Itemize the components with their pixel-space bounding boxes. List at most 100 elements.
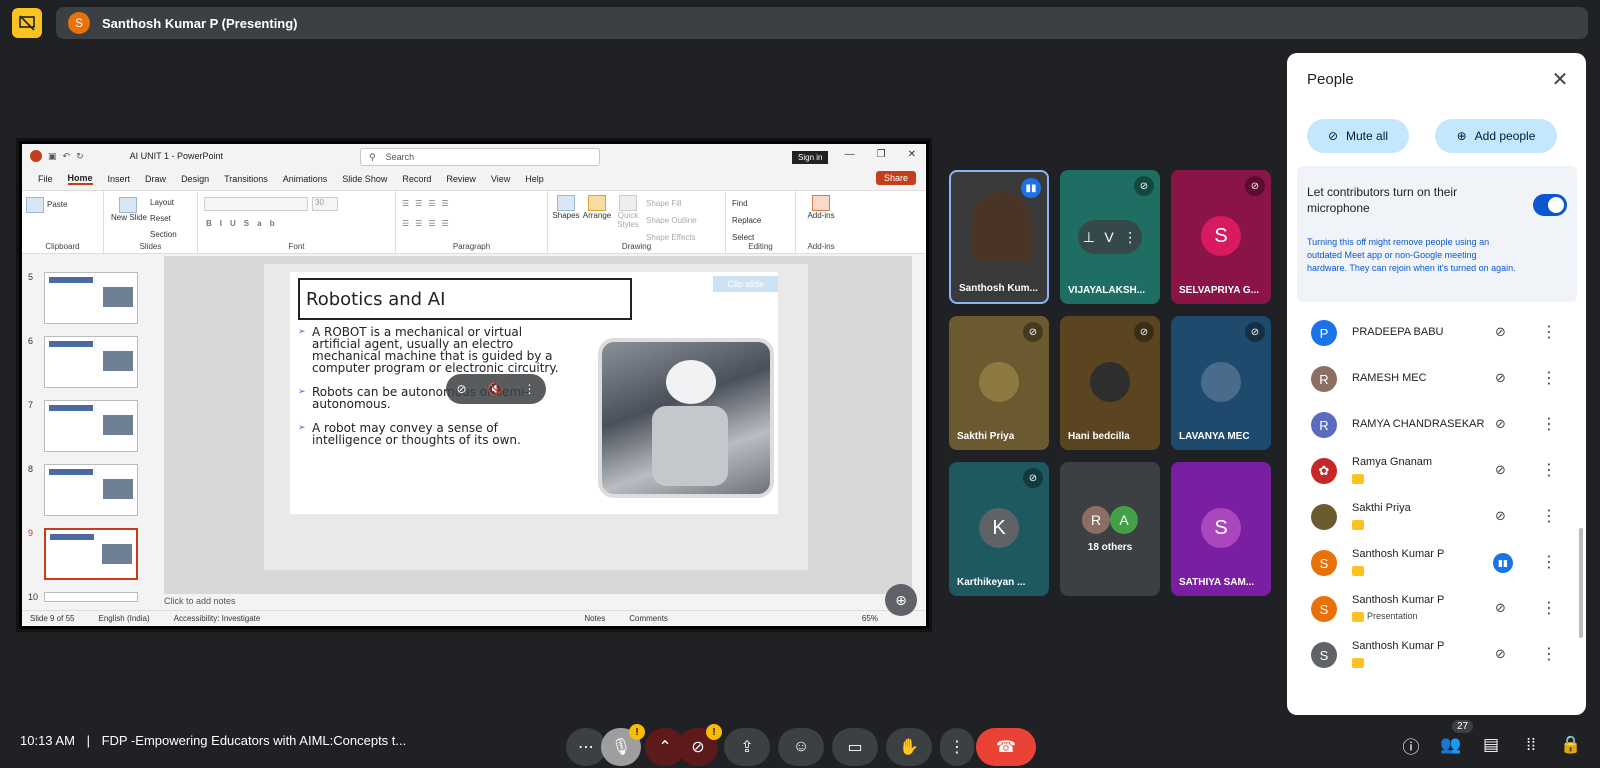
slide-thumbnail[interactable] [44,592,138,602]
font-format-buttons[interactable]: BIUSab [206,219,282,228]
restore-icon[interactable]: ❐ [877,149,886,160]
info-icon[interactable]: ⓘ [1398,732,1424,758]
raise-hand-button[interactable]: ✋ [886,728,932,766]
arrange-button[interactable]: Arrange [582,195,612,220]
slide-thumbnail-selected[interactable] [44,528,138,580]
close-icon[interactable]: ✕ [908,149,916,160]
reset-button[interactable]: Reset [150,211,177,227]
slide-thumbnail[interactable] [44,464,138,516]
tab-slide-show[interactable]: Slide Show [342,174,387,184]
more-icon[interactable]: ⋮ [1541,506,1557,526]
shape-fill-button[interactable]: Shape Fill [646,195,697,212]
add-people-button[interactable]: ⊕ Add people [1435,119,1557,153]
align-buttons[interactable]: ☰☰☰☰ [402,219,455,228]
mic-off-button[interactable]: 🎙! [601,724,645,766]
layout-button[interactable]: Layout [150,195,177,211]
section-button[interactable]: Section [150,227,177,243]
redo-icon[interactable]: ↻ [76,151,84,162]
accessibility-label[interactable]: Accessibility: Investigate [174,614,261,623]
tab-insert[interactable]: Insert [108,174,131,184]
paragraph-buttons[interactable]: ☰☰☰☰ [402,199,455,208]
more-icon[interactable]: ⋮ [1123,229,1137,246]
tab-review[interactable]: Review [446,174,476,184]
replace-button[interactable]: Replace [732,212,761,229]
panel-scrollbar[interactable] [1579,528,1583,638]
tile-controls[interactable]: ⊥ V ⋮ [1078,220,1142,254]
list-item[interactable]: S Santhosh Kumar P ⊘ ⋮ [1297,632,1577,678]
tab-design[interactable]: Design [181,174,209,184]
tab-file[interactable]: File [38,174,53,184]
emoji-button[interactable]: ☺ [778,728,824,766]
participant-tile[interactable]: ⊘ LAVANYA MEC [1171,316,1271,450]
notes-button[interactable]: Notes [584,614,605,623]
volume-off-icon[interactable]: ⊘ [1495,600,1506,616]
find-button[interactable]: Find [732,195,761,212]
sign-in-button[interactable]: Sign in [792,151,829,164]
more-icon[interactable]: ⋮ [1541,598,1557,618]
close-icon[interactable]: ✕ [1546,65,1574,93]
tab-home[interactable]: Home [67,173,93,185]
participant-tile[interactable]: ⊘ Hani bedcilla [1060,316,1160,450]
participant-tile[interactable]: ⊘ Sakthi Priya [949,316,1049,450]
more-icon[interactable]: ⋮ [523,382,535,396]
chat-icon[interactable]: ▤ [1478,732,1504,758]
stop-presenting-icon[interactable] [12,8,42,38]
font-family-select[interactable] [204,197,308,211]
present-screen-button[interactable]: ⇪ [724,728,770,766]
pin-icon[interactable]: ⊥ [1083,229,1095,246]
list-item[interactable]: Sakthi Priya ⊘ ⋮ [1297,494,1577,540]
pin-off-icon[interactable]: ⊘ [456,382,466,396]
save-icon[interactable]: ▣ [48,151,57,162]
mic-off-icon[interactable]: ⊘ [1495,508,1506,524]
slide-thumbnail[interactable] [44,272,138,324]
tab-animations[interactable]: Animations [283,174,328,184]
camera-off-button[interactable]: ⊘! [678,724,722,766]
mic-off-icon[interactable]: ⊘ [1495,416,1506,432]
leave-call-button[interactable]: ☎ [976,728,1036,766]
undo-icon[interactable]: ↶ [63,151,71,162]
mute-icon[interactable]: 🔇 [488,382,503,396]
more-icon[interactable]: ⋮ [1541,368,1557,388]
paste-button[interactable]: Paste [47,200,67,209]
mic-off-icon[interactable]: ⊘ [1495,462,1506,478]
ppt-search-input[interactable]: ⚲ Search [360,148,600,166]
participant-tile[interactable]: K ⊘ Karthikeyan ... [949,462,1049,596]
participant-tile[interactable]: S SATHIYA SAM... [1171,462,1271,596]
list-item[interactable]: ✿ Ramya Gnanam ⊘ ⋮ [1297,448,1577,494]
minimize-icon[interactable]: — [845,149,855,160]
participant-tile[interactable]: S ⊘ SELVAPRIYA G... [1171,170,1271,304]
list-item[interactable]: S Santhosh Kumar P ▮▮ ⋮ [1297,540,1577,586]
mic-off-icon[interactable]: ⊘ [1495,646,1506,662]
quick-styles-button[interactable]: Quick Styles [614,195,642,229]
activities-icon[interactable]: ⁞⁞ [1518,732,1544,758]
more-icon[interactable]: ⋮ [1541,552,1557,572]
tab-view[interactable]: View [491,174,510,184]
more-actions-button[interactable]: ⋮ [940,728,974,766]
notes-placeholder[interactable]: Click to add notes [164,596,236,606]
ppt-share-button[interactable]: Share [875,171,916,185]
more-icon[interactable]: ⋮ [1541,644,1557,664]
list-item[interactable]: S Santhosh Kumar P Presentation ⊘ ⋮ [1297,586,1577,632]
others-tile[interactable]: R A 18 others [1060,462,1160,596]
mic-off-icon[interactable]: ⊘ [1495,324,1506,340]
participant-tile[interactable]: ▮▮ Santhosh Kum... [949,170,1049,304]
more-icon[interactable]: ⋮ [1541,460,1557,480]
tab-help[interactable]: Help [525,174,544,184]
font-size-select[interactable]: 30 [312,197,338,211]
list-item[interactable]: R RAMYA CHANDRASEKAR ⊘ ⋮ [1297,402,1577,448]
shapes-button[interactable]: Shapes [552,195,580,220]
list-item[interactable]: P PRADEEPA BABU ⊘ ⋮ [1297,310,1577,356]
mic-off-icon[interactable]: ⊘ [1495,370,1506,386]
list-item[interactable]: R RAMESH MEC ⊘ ⋮ [1297,356,1577,402]
mute-all-button[interactable]: ⊘ Mute all [1307,119,1409,153]
more-icon[interactable]: ⋮ [1541,414,1557,434]
slide-thumbnail[interactable] [44,336,138,388]
tab-transitions[interactable]: Transitions [224,174,268,184]
contributors-mic-toggle[interactable] [1533,194,1567,216]
slide-canvas[interactable]: Robotics and AI Clip slide A ROBOT is a … [264,264,808,570]
tab-draw[interactable]: Draw [145,174,166,184]
slide-thumbnail[interactable] [44,400,138,452]
zoom-level[interactable]: 65% [862,614,878,623]
participant-tile[interactable]: ⊥ V ⋮ ⊘ VIJAYALAKSH... [1060,170,1160,304]
zoom-in-icon[interactable]: ⊕ [885,584,917,616]
